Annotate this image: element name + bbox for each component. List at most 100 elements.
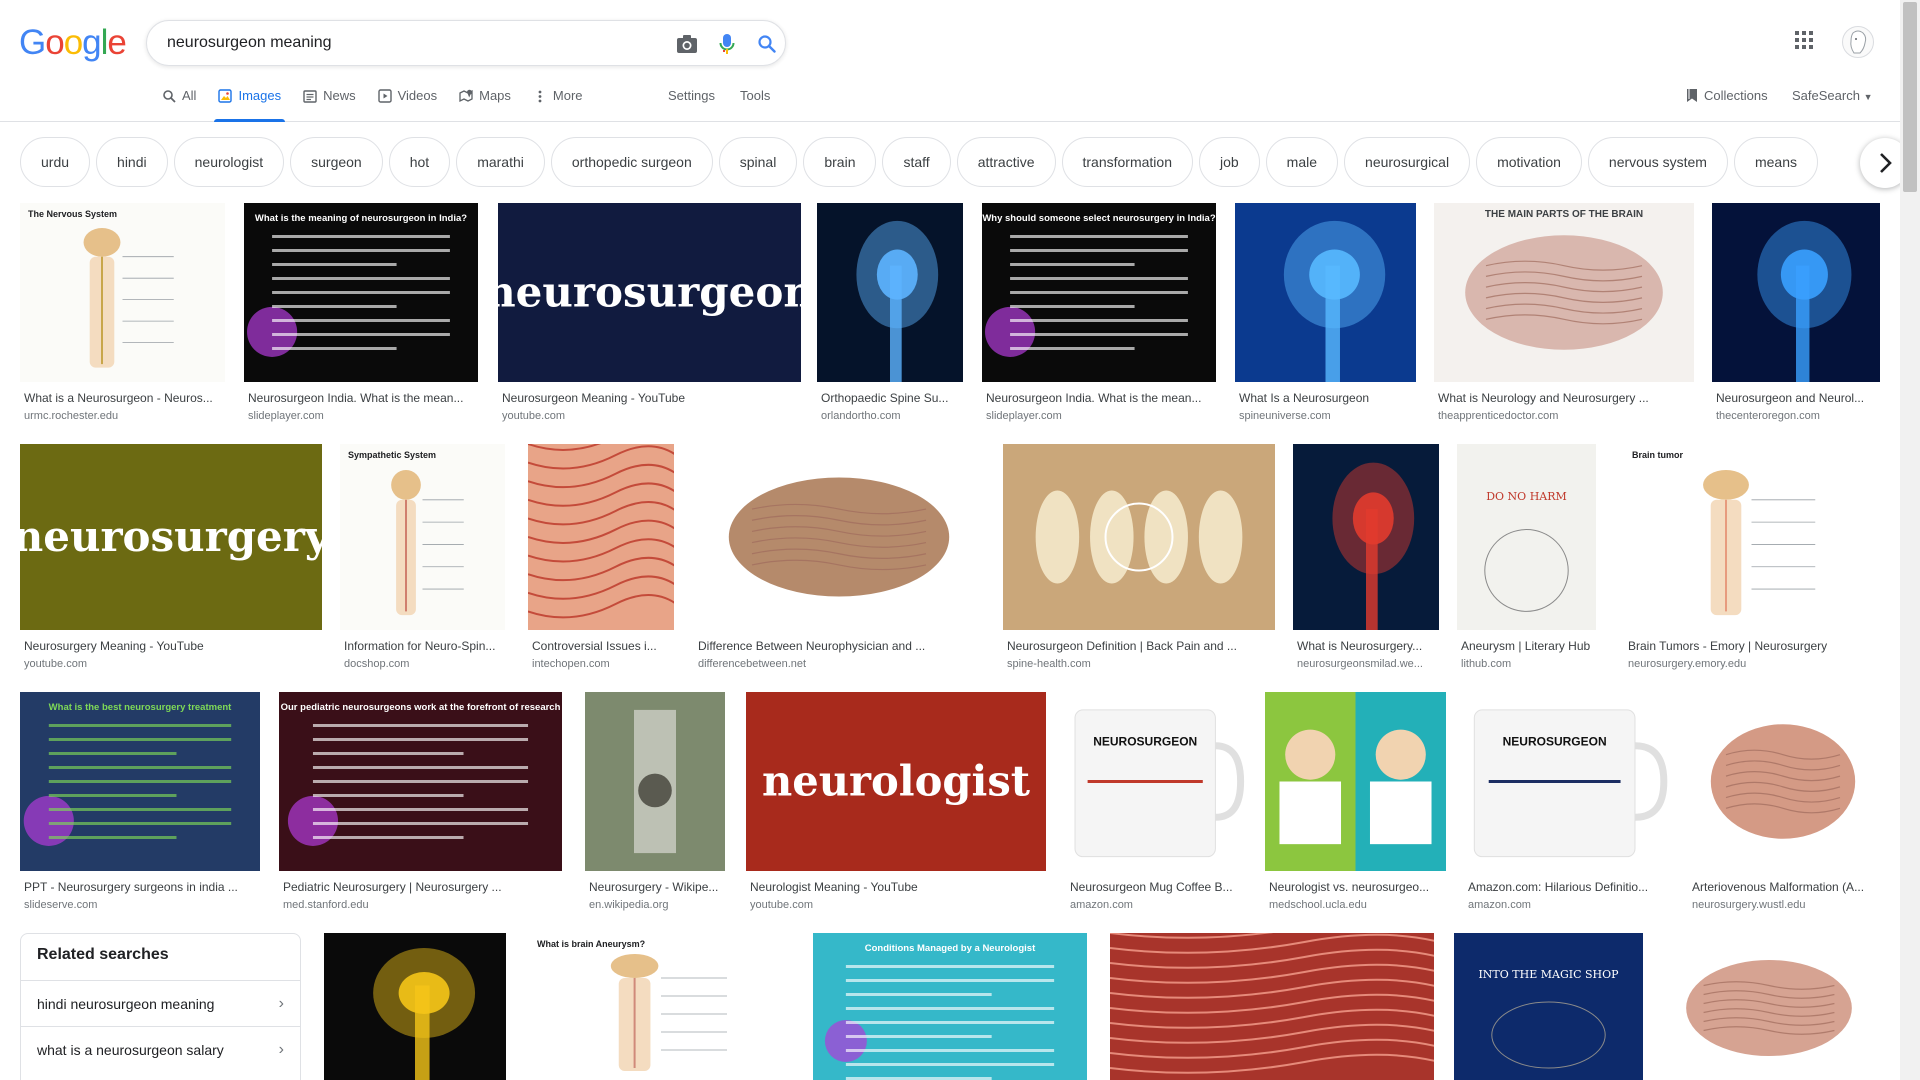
settings-link[interactable]: Settings (668, 88, 715, 103)
logo-letter: g (82, 23, 101, 62)
image-title[interactable]: Neurologist vs. neurosurgeo... (1269, 880, 1444, 894)
tab-maps[interactable]: Maps (459, 88, 533, 122)
suggestion-chip[interactable]: urdu (20, 137, 91, 187)
image-title[interactable]: What is Neurology and Neurosurgery ... (1438, 391, 1692, 405)
image-title[interactable]: What is a Neurosurgeon - Neuros... (24, 391, 223, 405)
image-title[interactable]: Difference Between Neurophysician and ..… (698, 639, 982, 653)
suggestion-chip[interactable]: orthopedic surgeon (550, 137, 713, 187)
search-box[interactable] (146, 20, 786, 66)
google-logo[interactable]: Google (19, 23, 127, 62)
suggestion-chip[interactable]: transformation (1061, 137, 1193, 187)
related-search-item[interactable]: hindi neurosurgeon meaning › (21, 980, 300, 1026)
image-title[interactable]: What Is a Neurosurgeon (1239, 391, 1414, 405)
apps-grid-icon[interactable] (1794, 30, 1818, 54)
image-title[interactable]: Orthopaedic Spine Su... (821, 391, 961, 405)
tab-all[interactable]: All (162, 88, 218, 122)
tab-more[interactable]: More (533, 88, 605, 122)
image-thumbnail[interactable]: NEUROSURGEON (1066, 692, 1246, 871)
tab-images[interactable]: Images (214, 88, 303, 122)
related-search-item[interactable]: what is a neurosurgeon salary › (21, 1026, 300, 1072)
search-icon[interactable] (755, 32, 779, 56)
image-thumbnail[interactable] (1660, 933, 1878, 1080)
image-thumbnail[interactable] (1110, 933, 1434, 1080)
image-thumbnail[interactable]: THE MAIN PARTS OF THE BRAIN (1434, 203, 1694, 382)
image-thumbnail[interactable] (1688, 692, 1878, 871)
image-thumbnail[interactable]: neurologist (746, 692, 1046, 871)
image-title[interactable]: Amazon.com: Hilarious Definitio... (1468, 880, 1668, 894)
image-thumbnail[interactable]: INTO THE MAGIC SHOP (1454, 933, 1643, 1080)
image-title[interactable]: Neurosurgeon Meaning - YouTube (502, 391, 799, 405)
suggestion-chip[interactable]: neurologist (173, 137, 285, 187)
search-input[interactable] (167, 34, 647, 52)
image-thumbnail[interactable]: Brain tumor (1624, 444, 1879, 630)
image-thumbnail[interactable]: What is the best neurosurgery treatment (20, 692, 260, 871)
image-source-site: neurosurgery.emory.edu (1628, 658, 1747, 670)
image-title[interactable]: Pediatric Neurosurgery | Neurosurgery ..… (283, 880, 560, 894)
image-title[interactable]: Information for Neuro-Spin... (344, 639, 503, 653)
image-title[interactable]: Neurosurgeon Definition | Back Pain and … (1007, 639, 1273, 653)
tab-videos[interactable]: Videos (377, 88, 460, 122)
logo-letter: o (45, 23, 64, 62)
suggestion-chip[interactable]: male (1265, 137, 1339, 187)
image-thumbnail[interactable] (1265, 692, 1446, 871)
image-title[interactable]: What is Neurosurgery... (1297, 639, 1437, 653)
avatar[interactable] (1842, 26, 1874, 58)
image-thumbnail[interactable] (324, 933, 506, 1080)
image-thumbnail[interactable] (1235, 203, 1416, 382)
image-title[interactable]: Neurosurgery - Wikipe... (589, 880, 723, 894)
image-thumbnail[interactable] (817, 203, 963, 382)
image-thumbnail[interactable] (585, 692, 725, 871)
image-title[interactable]: Arteriovenous Malformation (A... (1692, 880, 1876, 894)
image-title[interactable]: Brain Tumors - Emory | Neurosurgery (1628, 639, 1877, 653)
image-title[interactable]: Neurologist Meaning - YouTube (750, 880, 1044, 894)
page-scrollbar[interactable] (1900, 0, 1920, 1080)
suggestion-chip[interactable]: attractive (956, 137, 1056, 187)
collections-link[interactable]: Collections (1686, 88, 1768, 103)
suggestion-chip[interactable]: spinal (718, 137, 798, 187)
image-thumbnail[interactable]: Sympathetic System (340, 444, 505, 630)
image-thumbnail[interactable] (1293, 444, 1439, 630)
suggestion-chip[interactable]: staff (882, 137, 951, 187)
image-thumbnail[interactable]: Why should someone select neurosurgery i… (982, 203, 1216, 382)
image-thumbnail[interactable]: The Nervous System (20, 203, 225, 382)
image-title[interactable]: Neurosurgery Meaning - YouTube (24, 639, 320, 653)
image-title[interactable]: PPT - Neurosurgery surgeons in india ... (24, 880, 258, 894)
microphone-icon[interactable] (715, 32, 739, 56)
image-thumbnail[interactable]: Our pediatric neurosurgeons work at the … (279, 692, 562, 871)
image-title[interactable]: Neurosurgeon India. What is the mean... (248, 391, 476, 405)
camera-icon[interactable] (675, 32, 699, 56)
suggestion-chip[interactable]: hindi (96, 137, 168, 187)
image-thumbnail[interactable] (1003, 444, 1275, 630)
image-thumbnail[interactable] (694, 444, 984, 630)
image-thumbnail[interactable]: What is the meaning of neurosurgeon in I… (244, 203, 478, 382)
image-title[interactable]: Aneurysm | Literary Hub (1461, 639, 1594, 653)
image-thumbnail[interactable]: Conditions Managed by a Neurologist (813, 933, 1087, 1080)
image-title[interactable]: Neurosurgeon and Neurol... (1716, 391, 1878, 405)
image-thumbnail[interactable]: DO NO HARM (1457, 444, 1596, 630)
image-thumbnail[interactable]: What is brain Aneurysm? (529, 933, 793, 1080)
image-thumbnail[interactable]: neurosurgeon (498, 203, 801, 382)
image-thumbnail[interactable] (1712, 203, 1880, 382)
suggestion-chip[interactable]: brain (803, 137, 877, 187)
suggestion-chip[interactable]: means (1733, 137, 1818, 187)
suggestion-chip[interactable]: hot (388, 137, 451, 187)
scrollbar-thumb[interactable] (1903, 2, 1917, 192)
image-thumbnail[interactable]: NEUROSURGEON (1464, 692, 1670, 871)
svg-text:Our pediatric neurosurgeons wo: Our pediatric neurosurgeons work at the … (281, 702, 561, 713)
suggestion-chip[interactable]: neurosurgical (1344, 137, 1471, 187)
tab-news[interactable]: News (303, 88, 378, 122)
suggestion-chip[interactable]: motivation (1476, 137, 1582, 187)
safesearch-dropdown[interactable]: SafeSearch ▼ (1792, 88, 1872, 103)
image-thumbnail[interactable]: neurosurgery (20, 444, 322, 630)
logo-letter: G (19, 23, 46, 62)
suggestion-chip[interactable]: nervous system (1587, 137, 1728, 187)
tools-link[interactable]: Tools (740, 88, 770, 103)
image-title[interactable]: Neurosurgeon India. What is the mean... (986, 391, 1214, 405)
image-title[interactable]: Neurosurgeon Mug Coffee B... (1070, 880, 1244, 894)
suggestion-chip[interactable]: surgeon (290, 137, 383, 187)
suggestion-chip[interactable]: job (1198, 137, 1260, 187)
image-title[interactable]: Controversial Issues i... (532, 639, 672, 653)
image-source-site: slideplayer.com (986, 410, 1062, 422)
suggestion-chip[interactable]: marathi (456, 137, 545, 187)
image-thumbnail[interactable] (528, 444, 674, 630)
